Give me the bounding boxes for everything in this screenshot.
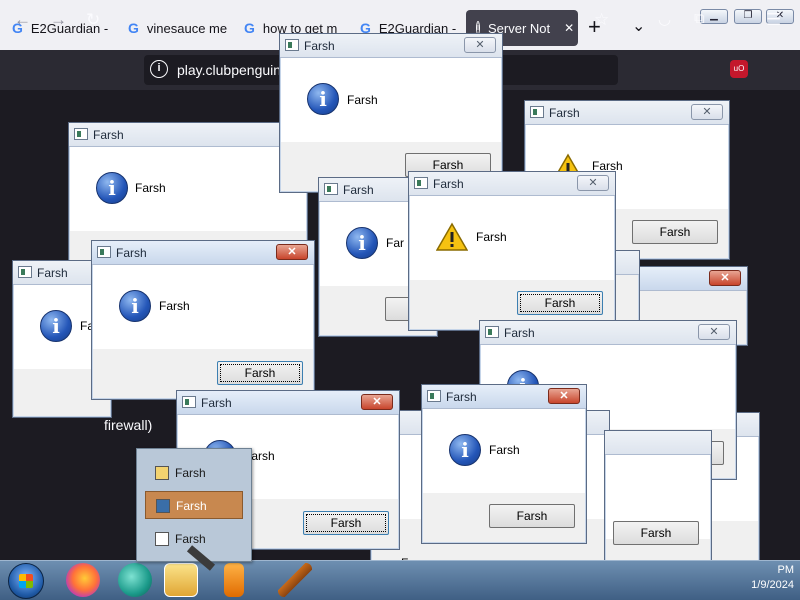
close-button[interactable]: ✕ xyxy=(464,37,496,53)
farsh-button[interactable]: Farsh xyxy=(303,511,389,535)
dialog-title: Farsh xyxy=(93,128,124,142)
edge-icon[interactable] xyxy=(118,563,152,597)
tab-vinesauce[interactable]: Gvinesauce me xyxy=(118,10,230,46)
pocket-icon[interactable]: ◡ xyxy=(658,10,671,28)
firefox-icon[interactable] xyxy=(66,563,100,597)
google-g-icon: G xyxy=(244,20,255,36)
window-icon xyxy=(156,499,170,513)
reload-icon[interactable]: ↻ xyxy=(86,10,100,30)
app-icon xyxy=(74,128,88,140)
app-icon xyxy=(485,326,499,338)
message-dialog[interactable]: Farsh xyxy=(604,430,712,562)
dialog-titlebar[interactable]: Farsh xyxy=(69,123,307,147)
system-clock[interactable]: PM 1/9/2024 xyxy=(738,564,794,591)
dialog-titlebar[interactable]: Farsh ✕ xyxy=(480,321,736,345)
close-tab-icon[interactable]: ✕ xyxy=(564,21,574,35)
warning-icon xyxy=(436,222,468,251)
google-g-icon: G xyxy=(128,20,139,36)
dialog-title: Farsh xyxy=(433,177,464,191)
list-all-tabs-button[interactable]: ⌄ xyxy=(632,16,645,36)
taskbar-jump-list: Farsh Farsh Farsh xyxy=(136,448,252,562)
menu-hamburger-icon[interactable]: ☰ xyxy=(766,10,781,30)
dialog-title: Farsh xyxy=(37,266,68,280)
warning-dialog[interactable]: Farsh ✕ Farsh Farsh xyxy=(408,171,616,331)
clock-date: 1/9/2024 xyxy=(751,579,794,591)
clock-time: PM xyxy=(777,564,795,576)
dialog-titlebar[interactable]: Farsh ✕ xyxy=(177,391,399,415)
site-info-icon[interactable]: i xyxy=(150,60,168,78)
forward-arrow-icon[interactable]: → xyxy=(50,10,67,30)
back-arrow-icon[interactable]: ← xyxy=(14,10,31,30)
dialog-message: Far xyxy=(386,236,404,250)
app-icon xyxy=(182,396,196,408)
dialog-message: Farsh xyxy=(476,230,507,244)
windows-start-button[interactable] xyxy=(8,563,44,599)
information-icon: i xyxy=(96,172,128,204)
restore-button[interactable]: ❐ xyxy=(734,9,762,24)
close-button[interactable]: ✕ xyxy=(698,324,730,340)
dialog-message: Farsh xyxy=(489,443,520,457)
dialog-title: Farsh xyxy=(446,390,477,404)
dialog-titlebar[interactable]: Farsh ✕ xyxy=(280,34,502,58)
extensions-icon[interactable]: ⧉ xyxy=(694,10,705,27)
close-button[interactable]: ✕ xyxy=(691,104,723,120)
information-icon: i xyxy=(346,227,378,259)
file-explorer-icon[interactable] xyxy=(164,563,198,597)
app-icon xyxy=(285,39,299,51)
information-icon: i xyxy=(119,290,151,322)
jump-list-item[interactable]: Farsh xyxy=(145,459,243,487)
farsh-button[interactable]: Farsh xyxy=(632,220,718,244)
dialog-title: Farsh xyxy=(304,39,335,53)
bookmark-star-icon[interactable]: ☆ xyxy=(594,10,609,30)
farsh-button[interactable]: Farsh xyxy=(217,361,303,385)
dialog-titlebar[interactable]: Farsh ✕ xyxy=(409,172,615,196)
dialog-titlebar[interactable]: Farsh ✕ xyxy=(422,385,586,409)
farsh-button[interactable]: Farsh xyxy=(489,504,575,528)
app-icon xyxy=(97,246,111,258)
media-player-icon[interactable] xyxy=(224,563,244,597)
close-button[interactable]: ✕ xyxy=(361,394,393,410)
dialog-title: Farsh xyxy=(549,106,580,120)
url-text[interactable]: play.clubpenguin xyxy=(177,62,281,78)
dialog-title: Farsh xyxy=(116,246,147,260)
information-icon: i xyxy=(449,434,481,466)
dialog-titlebar[interactable] xyxy=(605,431,711,455)
app-icon xyxy=(414,177,428,189)
close-button[interactable]: ✕ xyxy=(577,175,609,191)
app-icon xyxy=(18,266,32,278)
farsh-button[interactable]: Farsh xyxy=(517,291,603,315)
dialog-title: Farsh xyxy=(343,183,374,197)
dialog-title: Farsh xyxy=(201,396,232,410)
message-dialog[interactable]: Farsh ✕ i Farsh Farsh xyxy=(421,384,587,544)
information-icon: i xyxy=(40,310,72,342)
app-icon xyxy=(427,390,441,402)
message-dialog[interactable]: Farsh ✕ i Farsh Farsh xyxy=(91,240,315,400)
app-icon xyxy=(324,183,338,195)
window-icon xyxy=(155,532,169,546)
app-icon xyxy=(530,106,544,118)
ublock-origin-icon[interactable]: uO xyxy=(730,60,748,78)
jump-list-item-selected[interactable]: Farsh xyxy=(145,491,243,519)
close-button[interactable]: ✕ xyxy=(548,388,580,404)
farsh-button[interactable]: Farsh xyxy=(613,521,699,545)
folder-icon xyxy=(155,466,169,480)
close-button[interactable]: ✕ xyxy=(276,244,308,260)
information-icon: i xyxy=(307,83,339,115)
page-error-text: firewall) xyxy=(104,417,153,433)
dialog-message: Farsh xyxy=(135,181,166,195)
close-button[interactable]: ✕ xyxy=(709,270,741,286)
dialog-titlebar[interactable]: Farsh ✕ xyxy=(525,101,729,125)
dialog-title: Farsh xyxy=(504,326,535,340)
knife-icon[interactable] xyxy=(278,563,312,597)
dialog-message: Farsh xyxy=(347,93,378,107)
dialog-titlebar[interactable]: Farsh ✕ xyxy=(92,241,314,265)
message-dialog[interactable]: Farsh ✕ i Farsh Farsh xyxy=(279,33,503,193)
dialog-message: Farsh xyxy=(159,299,190,313)
